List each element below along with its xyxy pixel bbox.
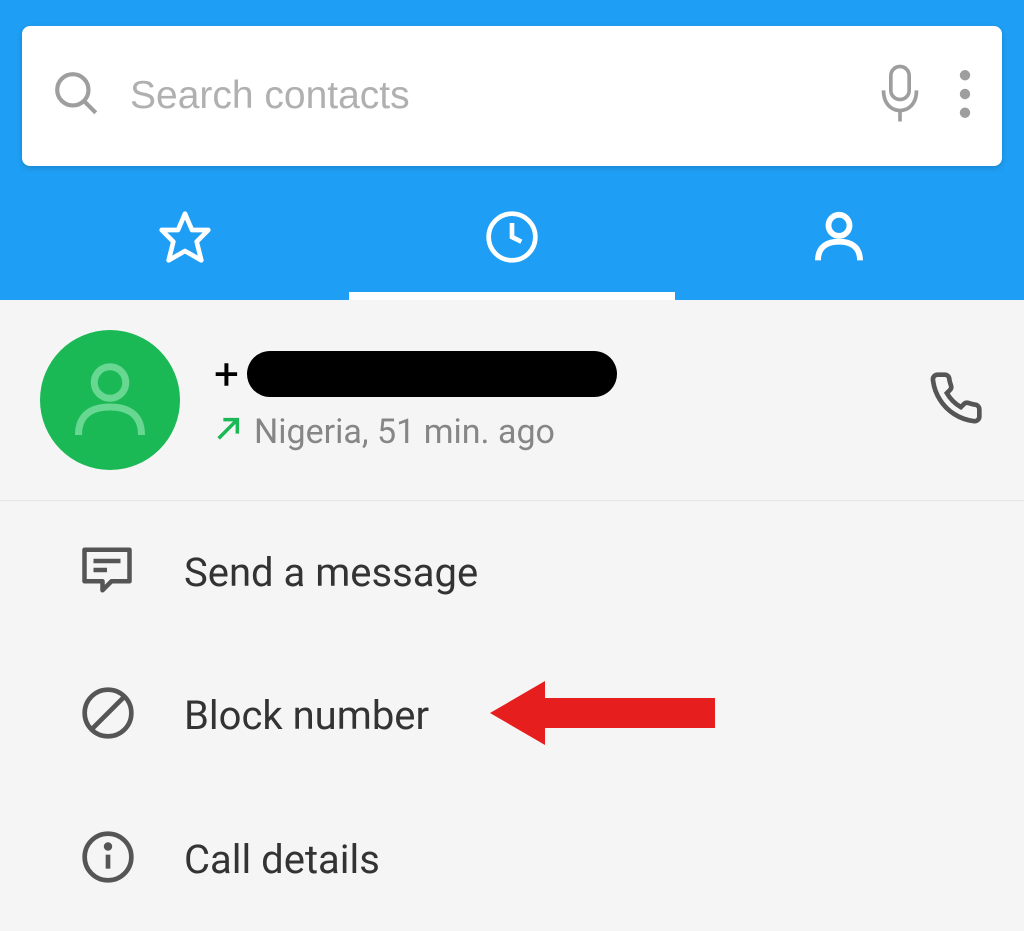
tab-recents[interactable] (349, 178, 676, 300)
menu-block-number[interactable]: Block number (0, 643, 1024, 787)
menu-call-details[interactable]: Call details (0, 787, 1024, 931)
menu-label-send-message: Send a message (184, 549, 478, 596)
annotation-arrow (490, 673, 720, 757)
content: + Nigeria, 51 min. ago (0, 300, 1024, 931)
contact-number: + (214, 348, 928, 400)
menu-label-block-number: Block number (184, 692, 429, 739)
search-input[interactable] (130, 74, 878, 118)
menu-send-message[interactable]: Send a message (0, 501, 1024, 643)
microphone-icon[interactable] (878, 64, 922, 128)
tab-favorites[interactable] (22, 178, 349, 300)
message-icon (80, 543, 138, 601)
phone-icon[interactable] (928, 370, 984, 430)
info-icon (80, 829, 138, 889)
contact-info: + Nigeria, 51 min. ago (214, 348, 928, 452)
number-prefix: + (214, 348, 239, 400)
contact-row[interactable]: + Nigeria, 51 min. ago (0, 300, 1024, 501)
search-icon (52, 69, 102, 123)
contact-location-time: Nigeria, 51 min. ago (254, 412, 555, 452)
outgoing-call-icon (214, 412, 242, 452)
person-icon (811, 209, 867, 269)
contact-meta: Nigeria, 51 min. ago (214, 412, 928, 452)
menu-label-call-details: Call details (184, 836, 380, 883)
avatar (40, 330, 180, 470)
tab-contacts[interactable] (675, 178, 1002, 300)
header (0, 0, 1024, 300)
redacted-number (247, 351, 617, 397)
tabs (22, 178, 1002, 300)
star-icon (157, 209, 213, 269)
block-icon (80, 685, 138, 745)
search-bar[interactable] (22, 26, 1002, 166)
more-options-icon[interactable] (958, 69, 972, 123)
clock-icon (484, 209, 540, 269)
